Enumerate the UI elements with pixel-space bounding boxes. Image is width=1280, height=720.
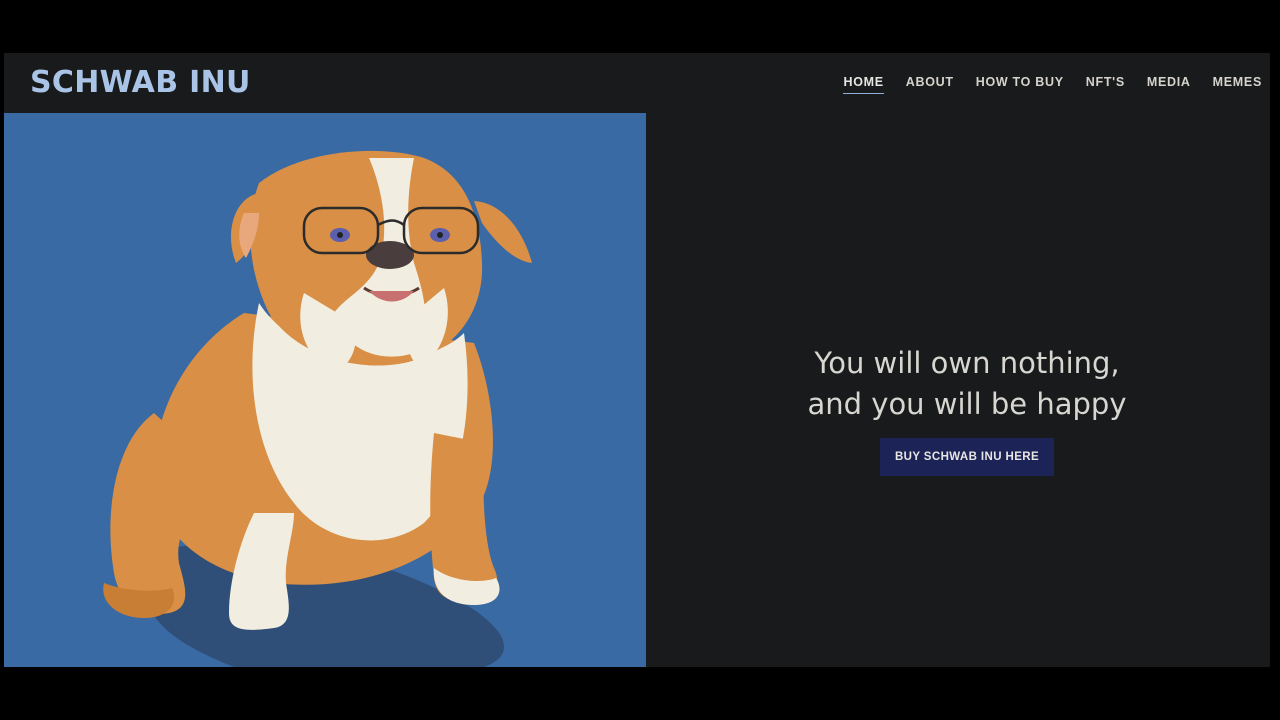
bulldog-illustration (103, 150, 532, 667)
nav-about[interactable]: ABOUT (906, 75, 954, 94)
tagline-line-1: You will own nothing, (814, 346, 1120, 380)
nav-memes[interactable]: MEMES (1213, 75, 1262, 94)
site-logo[interactable]: SCHWAB INU (30, 65, 251, 100)
nav-nfts[interactable]: NFT'S (1086, 75, 1125, 94)
hero-text-panel: You will own nothing, and you will be ha… (646, 113, 1270, 667)
hero-image (4, 113, 646, 667)
nav-home[interactable]: HOME (843, 75, 884, 94)
buy-button[interactable]: BUY SCHWAB INU HERE (880, 438, 1054, 476)
website: SCHWAB INU HOME ABOUT HOW TO BUY NFT'S M… (4, 53, 1270, 667)
nav-how-to-buy[interactable]: HOW TO BUY (976, 75, 1064, 94)
hero-tagline: You will own nothing, and you will be ha… (646, 343, 1270, 425)
tagline-line-2: and you will be happy (807, 387, 1127, 421)
letterbox-top (0, 0, 1280, 53)
letterbox-bottom (0, 667, 1280, 720)
nav-media[interactable]: MEDIA (1147, 75, 1191, 94)
main-nav: HOME ABOUT HOW TO BUY NFT'S MEDIA MEMES (821, 75, 1262, 94)
site-header: SCHWAB INU HOME ABOUT HOW TO BUY NFT'S M… (4, 53, 1270, 113)
